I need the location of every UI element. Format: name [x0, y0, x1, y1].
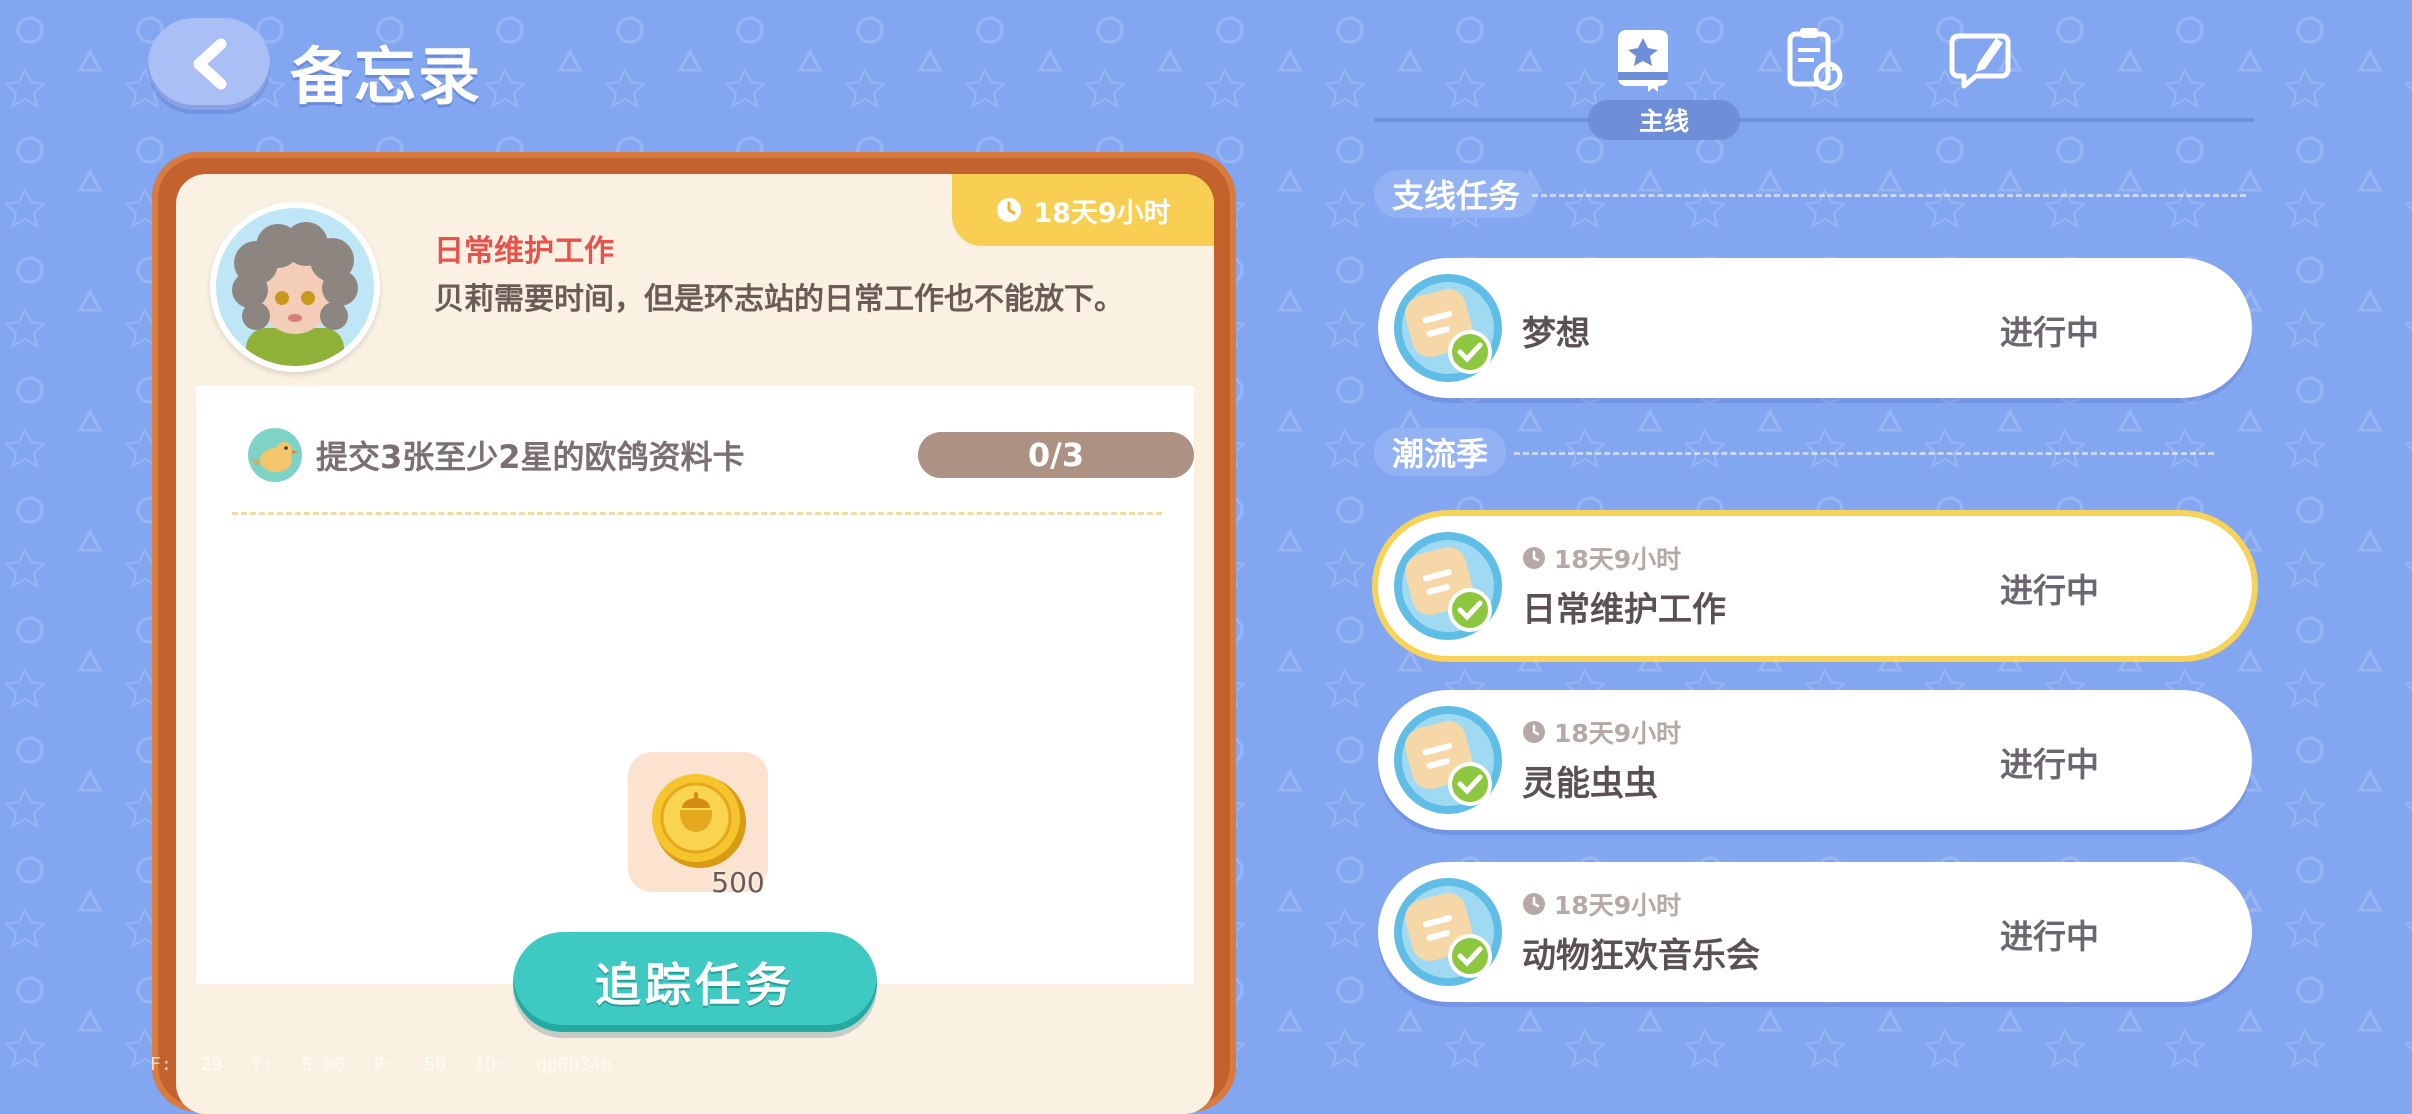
quest-status: 进行中 [2000, 917, 2099, 956]
quest-item-animal-carnival[interactable]: 18天9小时 动物狂欢音乐会 进行中 [1378, 862, 2252, 1002]
timer-text: 18天9小时 [1033, 197, 1171, 229]
tab-main-quest[interactable] [1608, 24, 1678, 94]
quest-timer: 18天9小时 [1522, 540, 1681, 576]
task-row: 提交3张至少2星的欧鸽资料卡 0/3 [246, 426, 1194, 482]
quest-title: 日常维护工作 [434, 234, 614, 269]
tab-underline [1374, 118, 2254, 122]
quest-name: 梦想 [1522, 314, 1590, 354]
quest-scroll-icon [1394, 532, 1502, 640]
quest-status: 进行中 [2000, 745, 2099, 784]
tab-label-main: 主线 [1588, 100, 1740, 140]
chat-pencil-icon [1949, 33, 2011, 89]
quest-scroll-icon [1394, 706, 1502, 814]
quest-detail-card: 18天9小时 日常维护工作 贝莉需要时间，但是环志站的日常工作也不能放下。 提交… [176, 174, 1214, 1114]
track-quest-button[interactable]: 追踪任务 [513, 932, 877, 1032]
section-header-trend-season: 潮流季 [1374, 428, 1507, 476]
quest-name: 灵能虫虫 [1522, 764, 1658, 804]
npc-avatar [210, 202, 380, 372]
quest-timer: 18天9小时 [1522, 886, 1681, 922]
section-divider [1514, 452, 2214, 455]
main-quest-book-icon [1618, 30, 1668, 92]
page-title: 备忘录 [290, 40, 483, 113]
quest-status: 进行中 [2000, 571, 2099, 610]
quest-scroll-icon [1394, 878, 1502, 986]
quest-item-daily-maintenance[interactable]: 18天9小时 日常维护工作 进行中 [1378, 516, 2252, 656]
back-arrow-icon [193, 38, 227, 90]
debug-overlay: F: 29 T: 0.00 P: 50 ID: qp0h34n [150, 1054, 612, 1075]
task-description: 提交3张至少2星的欧鸽资料卡 [316, 438, 745, 476]
quest-scroll-icon [1394, 274, 1502, 382]
tab-chat[interactable] [1948, 24, 2018, 94]
clock-icon [1523, 721, 1545, 743]
clock-icon [1523, 547, 1545, 569]
clock-icon [1523, 893, 1545, 915]
quest-timer: 18天9小时 [1522, 714, 1681, 750]
section-divider [1532, 194, 2246, 197]
task-progress: 0/3 [918, 432, 1194, 478]
task-panel: 提交3张至少2星的欧鸽资料卡 0/3 500 [196, 386, 1194, 984]
clipboard-refresh-icon [1787, 28, 1843, 91]
divider [232, 512, 1162, 515]
back-button[interactable] [148, 18, 270, 110]
quest-item-dream[interactable]: 梦想 进行中 [1378, 258, 2252, 398]
section-header-side-quests: 支线任务 [1374, 170, 1539, 218]
tab-clipboard[interactable] [1778, 24, 1848, 94]
quest-status: 进行中 [2000, 313, 2099, 352]
timer-badge: 18天9小时 [952, 174, 1214, 246]
bird-icon [248, 428, 302, 482]
reward-item[interactable]: 500 [628, 752, 768, 899]
quest-name: 日常维护工作 [1522, 590, 1726, 630]
quest-name: 动物狂欢音乐会 [1522, 936, 1760, 976]
quest-item-psychic-bugs[interactable]: 18天9小时 灵能虫虫 进行中 [1378, 690, 2252, 830]
clock-icon [997, 198, 1022, 222]
quest-description: 贝莉需要时间，但是环志站的日常工作也不能放下。 [434, 282, 1124, 317]
reward-amount: 500 [711, 866, 765, 899]
